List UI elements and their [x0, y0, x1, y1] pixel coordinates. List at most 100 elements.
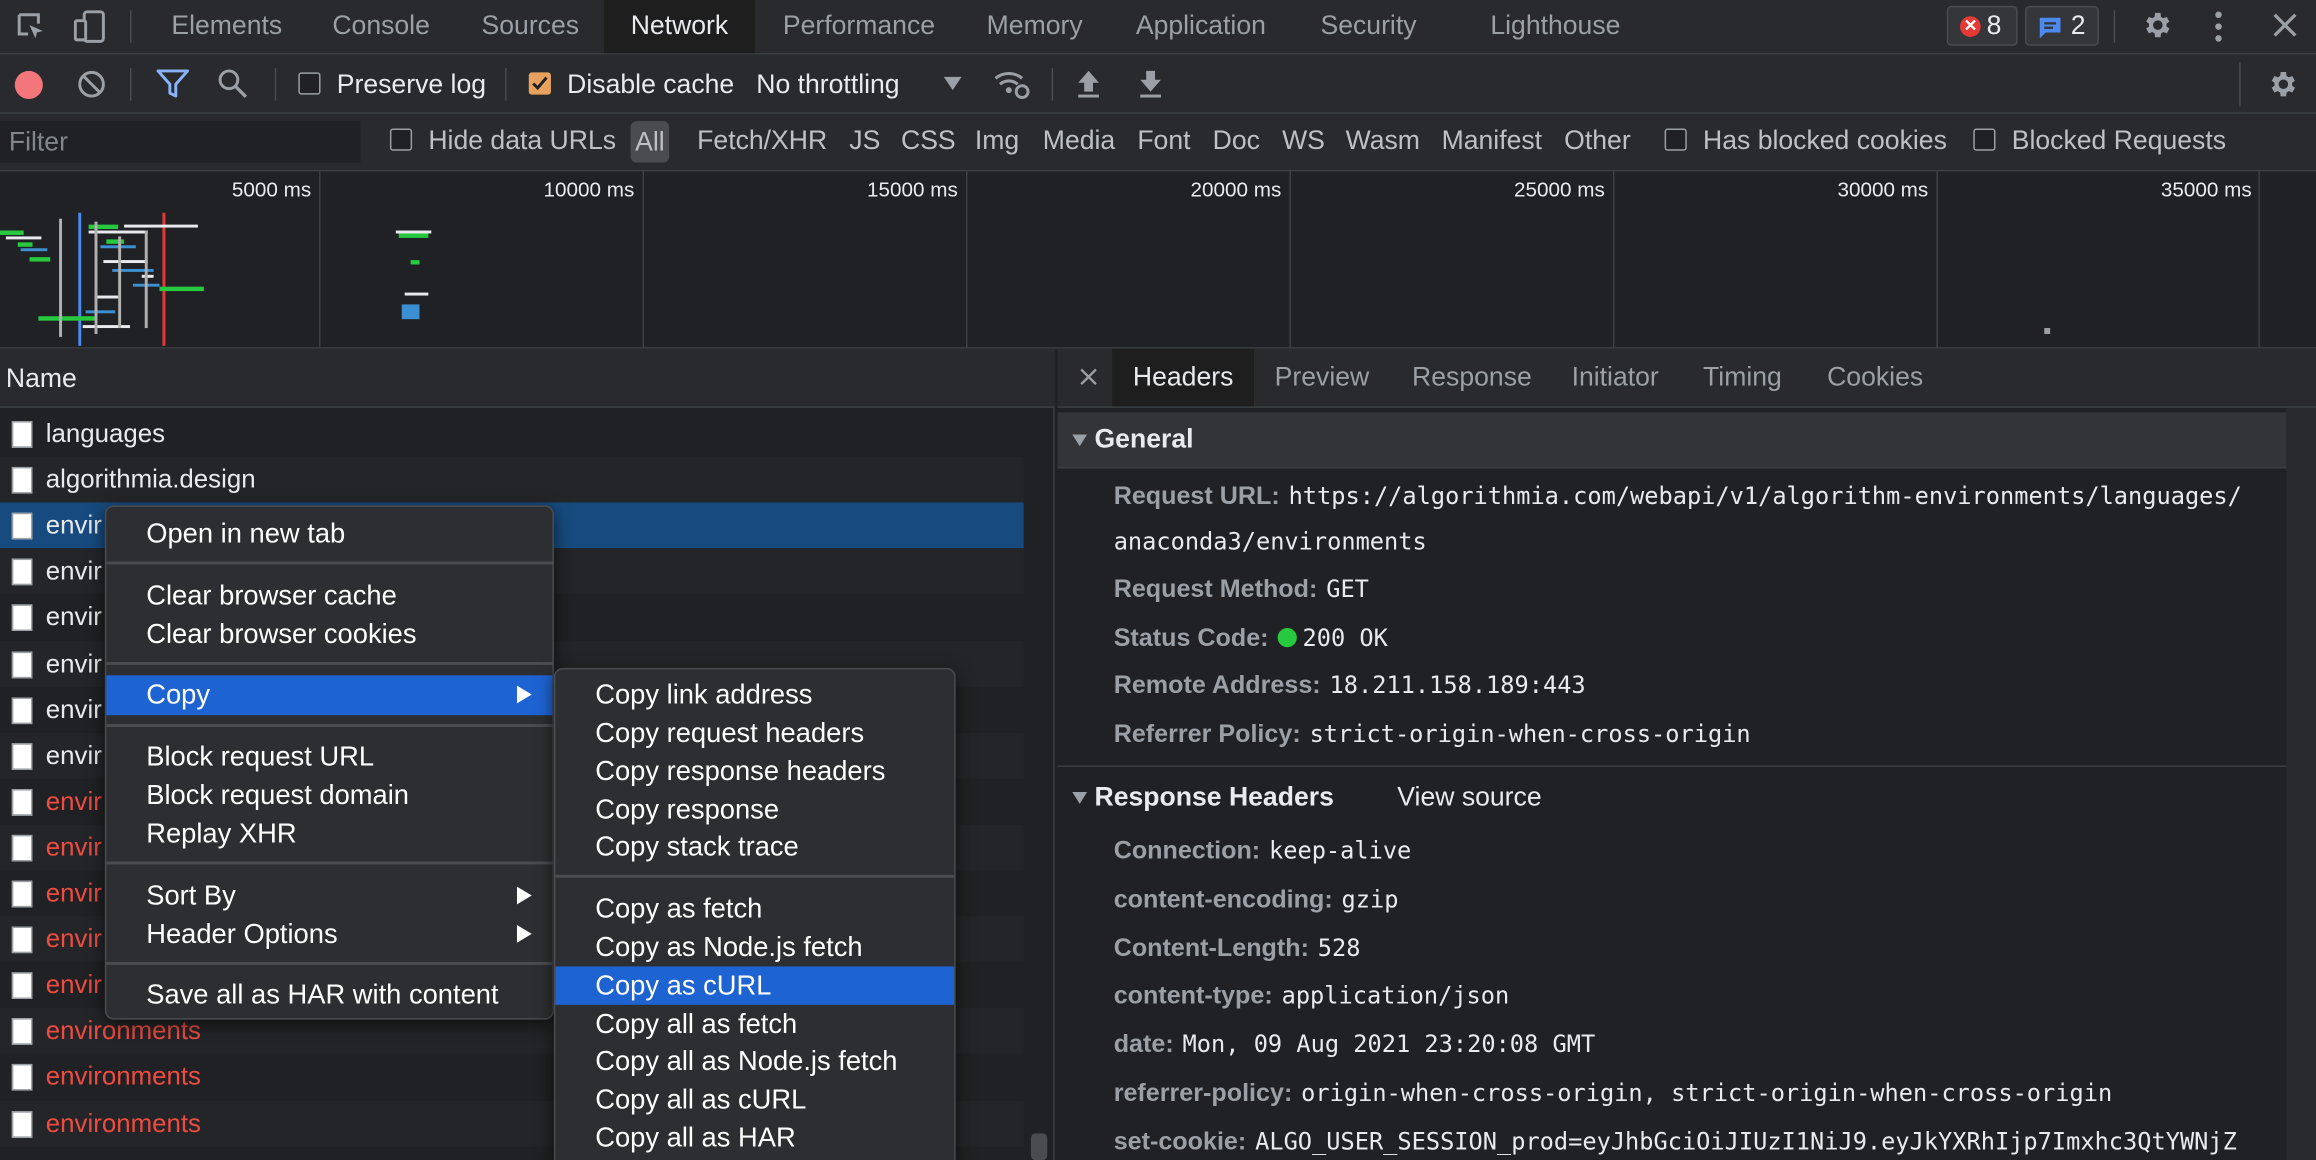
tab-console[interactable]: Console	[332, 0, 430, 53]
type-filter-other[interactable]: Other	[1564, 126, 1631, 157]
request-name: envir	[45, 877, 102, 908]
response-headers-section-header[interactable]: Response Headers View source	[1058, 770, 2287, 826]
type-filter-css[interactable]: CSS	[901, 126, 956, 157]
import-har-icon[interactable]	[1075, 69, 1102, 99]
filter-input[interactable]	[0, 121, 361, 163]
menu-item-copy-all-as-curl[interactable]: Copy all as cURL	[555, 1080, 954, 1118]
file-icon	[11, 742, 33, 770]
request-url-continuation: anaconda3/environments	[1114, 528, 1427, 558]
close-devtools-icon[interactable]	[2272, 12, 2299, 39]
type-filter-doc[interactable]: Doc	[1213, 126, 1260, 157]
submenu-arrow-icon	[516, 685, 532, 704]
menu-item-open-in-new-tab[interactable]: Open in new tab	[106, 514, 552, 552]
menu-item-copy-as-fetch[interactable]: Copy as fetch	[555, 890, 954, 928]
general-section-header[interactable]: General	[1057, 412, 2287, 469]
has-blocked-cookies-checkbox[interactable]	[1664, 128, 1687, 151]
type-filter-js[interactable]: JS	[849, 126, 880, 157]
menu-item-copy-request-headers[interactable]: Copy request headers	[555, 714, 954, 752]
tab-cookies[interactable]: Cookies	[1827, 349, 1923, 407]
header-value: keep-alive	[1269, 836, 1412, 865]
menu-item-copy[interactable]: Copy	[106, 675, 553, 716]
response-header-row: Connection: keep-alive	[1114, 836, 1412, 866]
tab-timing[interactable]: Timing	[1703, 349, 1782, 407]
tab-lighthouse[interactable]: Lighthouse	[1490, 0, 1620, 53]
type-filter-fetch-xhr[interactable]: Fetch/XHR	[697, 126, 827, 157]
hide-data-urls-checkbox[interactable]	[389, 128, 413, 151]
menu-item-copy-as-nodejs-fetch[interactable]: Copy as Node.js fetch	[555, 928, 954, 966]
close-details-icon[interactable]	[1080, 368, 1098, 386]
tab-initiator[interactable]: Initiator	[1572, 349, 1659, 407]
file-icon	[11, 559, 33, 586]
tab-performance[interactable]: Performance	[783, 0, 935, 53]
disable-cache-checkbox[interactable]	[528, 72, 551, 95]
menu-item-copy-stack-trace[interactable]: Copy stack trace	[555, 828, 954, 866]
tab-sources[interactable]: Sources	[482, 0, 580, 53]
status-code-key: Status Code:	[1113, 623, 1269, 652]
type-filter-ws[interactable]: WS	[1282, 126, 1325, 157]
message-count-badge[interactable]: 2	[2025, 5, 2099, 46]
status-code-value: 200 OK	[1302, 623, 1388, 652]
menu-item-copy-link-address[interactable]: Copy link address	[555, 675, 954, 713]
blocked-requests-label: Blocked Requests	[2011, 125, 2227, 156]
throttling-select[interactable]: No throttling	[756, 69, 899, 100]
search-icon[interactable]	[217, 68, 248, 99]
tab-headers[interactable]: Headers	[1112, 348, 1255, 407]
file-icon	[11, 972, 33, 1000]
chevron-down-icon[interactable]	[943, 76, 962, 91]
header-key: content-encoding:	[1113, 884, 1333, 913]
details-scrollbar[interactable]	[2286, 407, 2316, 1160]
menu-item-copy-all-as-nodejs-fetch[interactable]: Copy all as Node.js fetch	[555, 1042, 954, 1080]
menu-item-save-all-as-har[interactable]: Save all as HAR with content	[106, 975, 552, 1013]
menu-item-block-request-domain[interactable]: Block request domain	[106, 776, 552, 814]
menu-item-copy-response-headers[interactable]: Copy response headers	[555, 752, 954, 790]
tab-elements[interactable]: Elements	[171, 0, 282, 53]
blocked-requests-checkbox[interactable]	[1973, 128, 1996, 151]
menu-item-copy-response[interactable]: Copy response	[555, 791, 954, 829]
network-settings-gear-icon[interactable]	[2266, 68, 2298, 101]
tab-preview[interactable]: Preview	[1275, 349, 1370, 407]
type-filter-img[interactable]: Img	[975, 126, 1019, 157]
device-toolbar-icon[interactable]	[73, 9, 106, 44]
settings-gear-icon[interactable]	[2140, 9, 2172, 42]
clear-icon[interactable]	[77, 69, 107, 99]
request-name: envir	[45, 739, 102, 770]
menu-item-copy-all-as-fetch[interactable]: Copy all as fetch	[555, 1005, 954, 1043]
name-column-header[interactable]: Name	[0, 348, 1055, 408]
type-filter-manifest[interactable]: Manifest	[1442, 126, 1542, 157]
more-options-icon[interactable]	[2210, 10, 2228, 43]
menu-item-header-options[interactable]: Header Options	[106, 915, 552, 953]
view-source-link[interactable]: View source	[1397, 782, 1541, 813]
menu-item-clear-browser-cache[interactable]: Clear browser cache	[106, 576, 552, 614]
tab-network[interactable]: Network	[604, 0, 755, 54]
request-row[interactable]: languages	[0, 411, 1024, 457]
menu-item-copy-as-curl[interactable]: Copy as cURL	[555, 966, 955, 1005]
timeline-label: 10000 ms	[543, 177, 635, 201]
type-filter-all[interactable]: All	[630, 121, 670, 163]
request-method-key: Request Method:	[1113, 574, 1318, 603]
filter-funnel-icon[interactable]	[156, 69, 190, 99]
timeline-label: 15000 ms	[867, 177, 958, 201]
record-button[interactable]	[14, 70, 43, 100]
type-filter-font[interactable]: Font	[1137, 126, 1190, 157]
preserve-log-checkbox[interactable]	[298, 72, 321, 95]
error-count-badge[interactable]: ✕ 8	[1946, 5, 2018, 46]
network-conditions-icon[interactable]	[993, 66, 1031, 101]
menu-item-copy-all-as-har[interactable]: Copy all as HAR	[555, 1119, 954, 1157]
request-name: envir	[45, 510, 102, 540]
menu-item-clear-browser-cookies[interactable]: Clear browser cookies	[106, 615, 552, 653]
inspect-element-icon[interactable]	[15, 10, 47, 43]
type-filter-wasm[interactable]: Wasm	[1346, 126, 1420, 157]
menu-item-sort-by[interactable]: Sort By	[106, 876, 552, 914]
tab-security[interactable]: Security	[1320, 0, 1416, 53]
menu-item-block-request-url[interactable]: Block request URL	[106, 737, 552, 775]
tab-response[interactable]: Response	[1412, 349, 1532, 407]
request-row[interactable]: algorithmia.design	[0, 456, 1024, 503]
export-har-icon[interactable]	[1137, 69, 1164, 99]
tab-application[interactable]: Application	[1136, 0, 1266, 53]
timeline-overview[interactable]: 5000 ms 10000 ms 15000 ms 20000 ms 25000…	[0, 171, 2316, 349]
section-divider	[1057, 765, 2287, 767]
menu-item-replay-xhr[interactable]: Replay XHR	[106, 814, 552, 852]
tab-memory[interactable]: Memory	[987, 0, 1083, 53]
request-list-scrollbar[interactable]	[1025, 409, 1054, 1160]
type-filter-media[interactable]: Media	[1043, 126, 1115, 157]
